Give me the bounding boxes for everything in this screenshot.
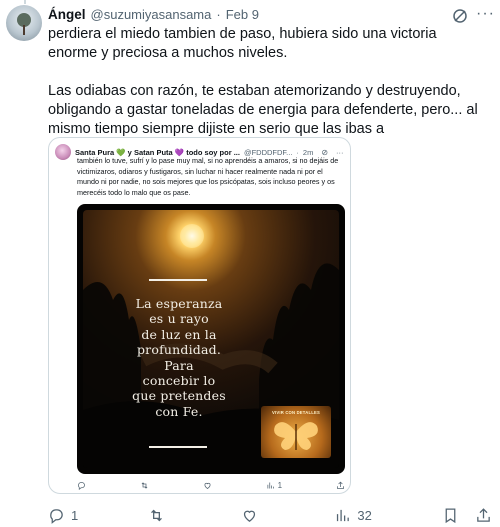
thread-connector-line <box>24 0 26 4</box>
post-action-bar: 1 32 <box>48 505 492 525</box>
quote-rule-bottom <box>149 446 207 448</box>
image-quote-text: La esperanza es u rayo de luz en la prof… <box>111 296 247 419</box>
image-line-2: es u rayo <box>149 311 209 327</box>
more-icon[interactable]: ··· <box>476 5 495 23</box>
quoted-share-button[interactable] <box>336 481 345 490</box>
grok-icon[interactable] <box>452 8 468 24</box>
quote-rule-top <box>149 279 207 281</box>
display-name[interactable]: Ángel <box>48 7 86 22</box>
quoted-image[interactable]: La esperanza es u rayo de luz en la prof… <box>77 204 345 474</box>
views-button[interactable]: 32 <box>334 507 372 524</box>
share-button[interactable] <box>475 507 492 524</box>
quoted-repost-button[interactable] <box>140 481 149 490</box>
post-date[interactable]: Feb 9 <box>226 7 259 22</box>
views-icon <box>337 509 350 521</box>
quoted-action-bar: 1 <box>77 478 345 492</box>
image-line-5: Para <box>164 357 194 373</box>
heart-icon <box>244 510 256 522</box>
butterfly-card: VIVIR CON DETALLES <box>261 406 331 458</box>
post-text: perdiera el miedo tambien de paso, hubie… <box>48 25 488 139</box>
heart-icon <box>204 482 211 489</box>
bookmark-icon <box>445 507 456 523</box>
image-line-8: con Fe. <box>155 403 203 419</box>
views-count: 32 <box>357 507 372 523</box>
image-line-7: que pretendes <box>132 388 226 404</box>
post-paragraph-1: perdiera el miedo tambien de paso, hubie… <box>48 26 437 61</box>
sun-glow <box>180 224 204 248</box>
quoted-post[interactable]: Santa Pura 💚 y Satan Puta 💜 todo soy por… <box>48 137 351 494</box>
image-line-6: concebir lo <box>142 373 216 389</box>
quoted-text: también lo tuve, sufrí y lo pase muy mal… <box>77 156 339 197</box>
post-paragraph-2: Las odiabas con razón, te estaban atemor… <box>48 83 478 137</box>
avatar[interactable] <box>6 5 42 41</box>
repost-icon <box>141 481 148 489</box>
post-header: Ángel @suzumiyasansama · Feb 9 <box>48 7 259 22</box>
quoted-reply-button[interactable] <box>77 481 86 490</box>
quoted-views-button[interactable]: 1 <box>266 481 282 490</box>
reply-icon <box>50 508 63 524</box>
bookmark-button[interactable] <box>442 507 459 524</box>
quoted-avatar[interactable] <box>55 144 71 160</box>
reply-icon <box>78 481 85 490</box>
quoted-views-count: 1 <box>277 480 283 490</box>
quoted-like-button[interactable] <box>203 481 212 490</box>
separator-dot: · <box>216 7 221 22</box>
repost-button[interactable] <box>148 507 171 524</box>
image-line-3: de luz en la <box>141 326 217 342</box>
share-icon <box>337 481 344 489</box>
sunset-photo: La esperanza es u rayo de luz en la prof… <box>83 210 339 468</box>
repost-icon <box>151 509 163 521</box>
reply-count: 1 <box>71 507 79 523</box>
butterfly-icon <box>274 422 318 450</box>
image-line-1: La esperanza <box>135 296 223 311</box>
avatar-trunk-shape <box>23 25 25 35</box>
user-handle[interactable]: @suzumiyasansama <box>91 7 212 22</box>
reply-button[interactable]: 1 <box>48 507 78 524</box>
like-button[interactable] <box>241 507 264 524</box>
image-line-4: profundidad. <box>136 342 222 358</box>
views-icon <box>267 482 274 488</box>
action-bar-right <box>442 507 492 524</box>
share-icon <box>477 507 490 522</box>
